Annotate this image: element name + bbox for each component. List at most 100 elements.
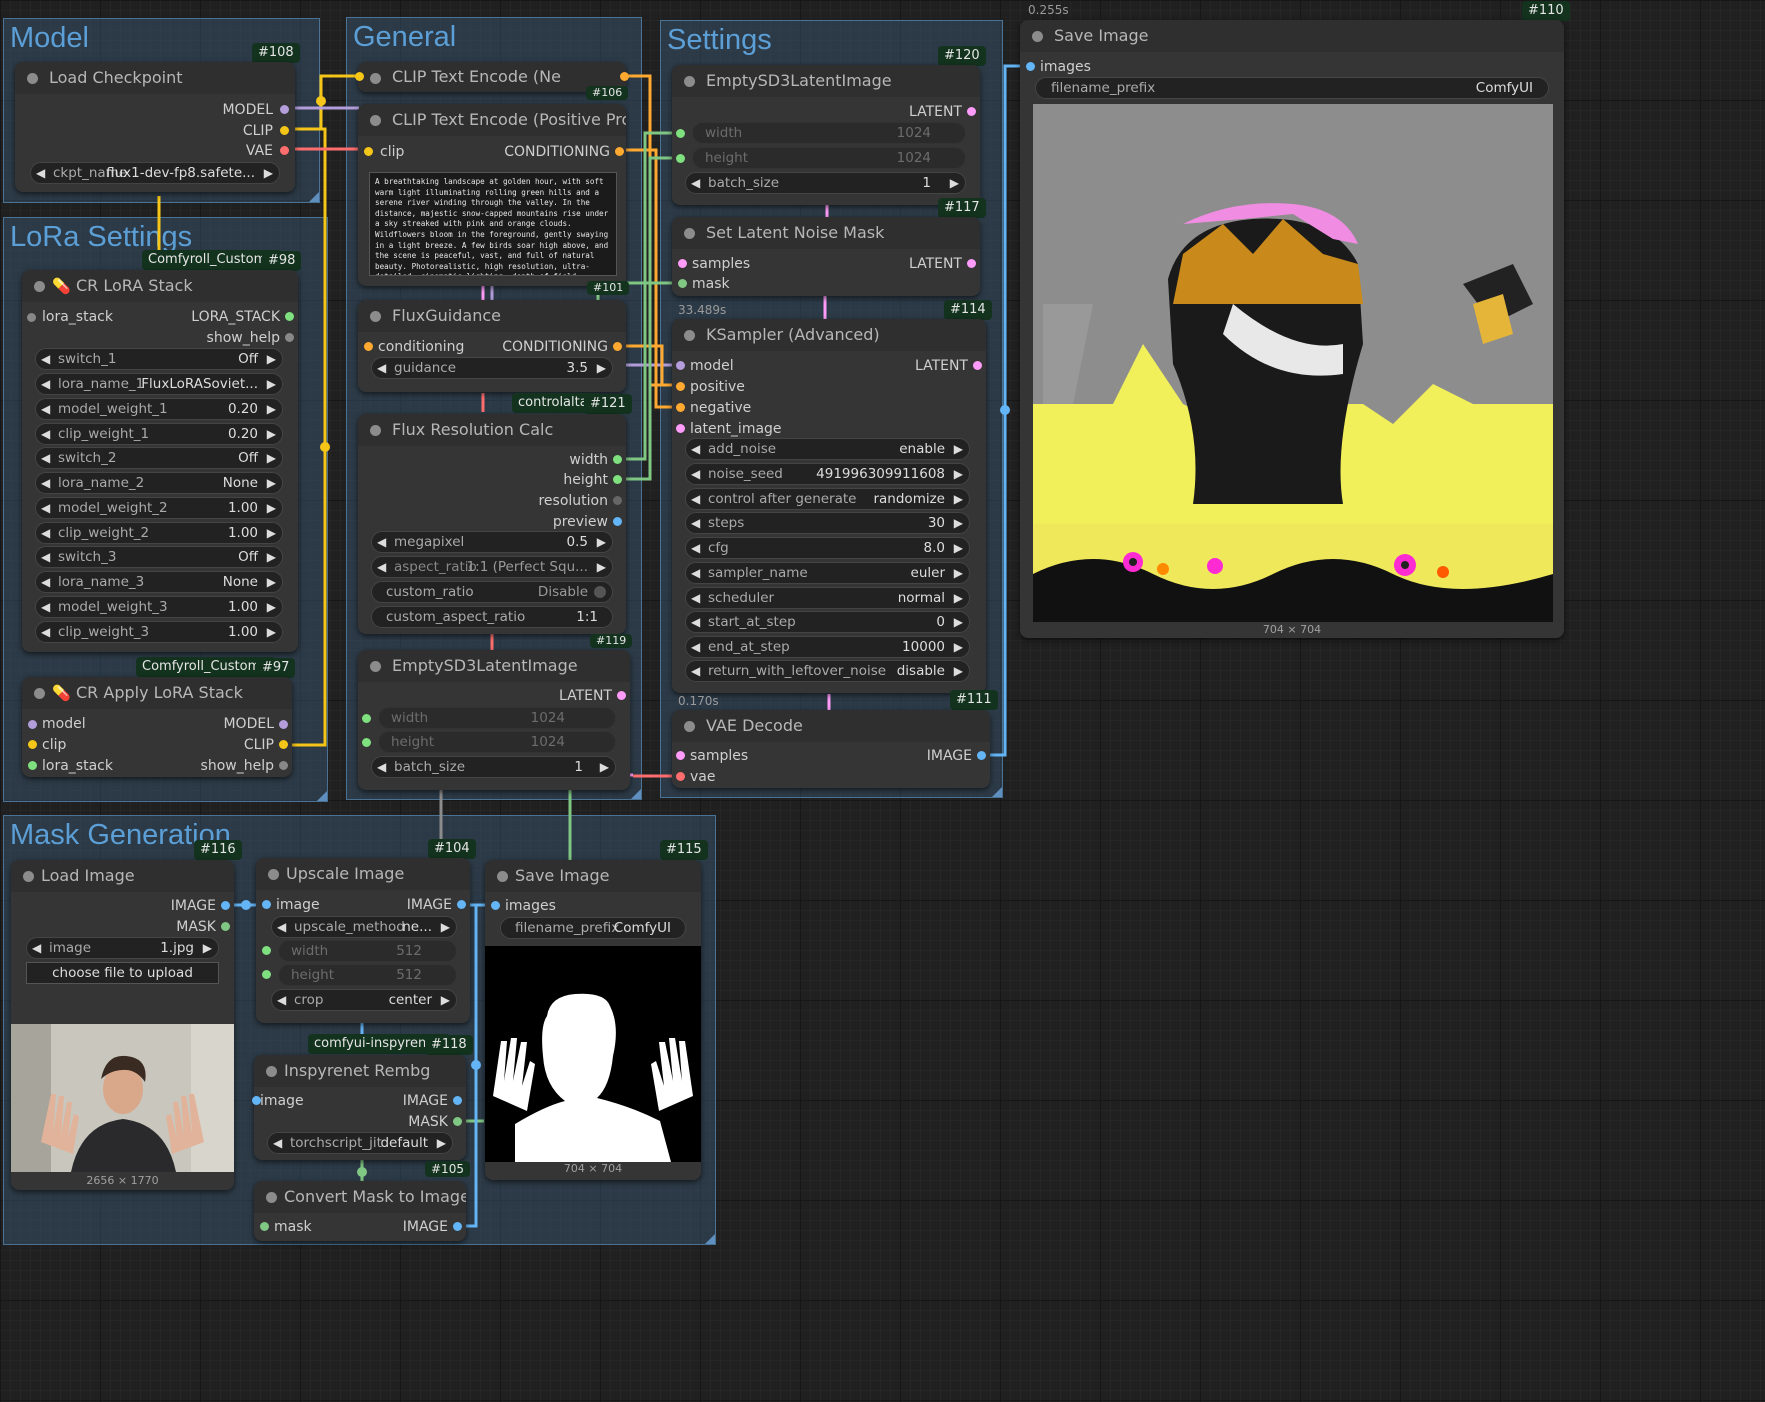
height-field[interactable]: height 1024 xyxy=(692,147,966,169)
height-field[interactable]: height 1024 xyxy=(378,731,616,753)
resize-handle[interactable] xyxy=(992,787,1002,797)
collapse-dot[interactable] xyxy=(266,1066,277,1077)
node-cr-apply-lora-stack[interactable]: 💊 CR Apply LoRA Stack model clip lora_sta… xyxy=(22,677,292,777)
node-convert-mask-to-image[interactable]: Convert Mask to Image mask IMAGE xyxy=(254,1181,466,1241)
lora-name-1[interactable]: ◀ lora_name_1 FluxLoRASoviet... ▶ xyxy=(35,373,283,395)
output-clip[interactable]: CLIP xyxy=(244,736,274,754)
right-arrow-icon[interactable]: ▶ xyxy=(267,498,276,518)
node-empty-sd3-latent-settings[interactable]: EmptySD3LatentImage LATENT width 1024 hei… xyxy=(672,65,980,205)
ks-steps[interactable]: ◀ steps 30 ▶ xyxy=(685,512,970,534)
node-title[interactable]: Load Checkpoint xyxy=(15,62,295,94)
output-latent[interactable]: LATENT xyxy=(915,357,968,375)
output-show-help[interactable]: show_help xyxy=(201,757,274,775)
output-dot-resolution[interactable] xyxy=(613,496,622,505)
right-arrow-icon[interactable]: ▶ xyxy=(267,399,276,419)
node-title[interactable]: Flux Resolution Calc xyxy=(358,414,626,446)
left-arrow-icon[interactable]: ◀ xyxy=(691,439,700,459)
collapse-dot[interactable] xyxy=(1032,31,1043,42)
collapse-dot[interactable] xyxy=(370,115,381,126)
left-arrow-icon[interactable]: ◀ xyxy=(41,572,50,592)
ks-add-noise[interactable]: ◀ add_noise enable ▶ xyxy=(685,438,970,460)
left-arrow-icon[interactable]: ◀ xyxy=(377,358,386,378)
left-arrow-icon[interactable]: ◀ xyxy=(691,588,700,608)
right-arrow-icon[interactable]: ▶ xyxy=(267,448,276,468)
right-arrow-icon[interactable]: ▶ xyxy=(267,547,276,567)
output-dot-image[interactable] xyxy=(453,1222,462,1231)
collapse-dot[interactable] xyxy=(684,228,695,239)
output-dot-show-help[interactable] xyxy=(279,761,288,770)
right-arrow-icon[interactable]: ▶ xyxy=(267,424,276,444)
output-dot-image[interactable] xyxy=(457,900,466,909)
node-title[interactable]: 💊 CR LoRA Stack xyxy=(22,270,298,302)
output-mask[interactable]: MASK xyxy=(408,1113,448,1131)
node-title[interactable]: EmptySD3LatentImage xyxy=(358,650,630,682)
output-latent[interactable]: LATENT xyxy=(909,103,962,121)
input-negative[interactable]: negative xyxy=(690,399,751,417)
right-arrow-icon[interactable]: ▶ xyxy=(954,513,963,533)
input-dot-model[interactable] xyxy=(28,720,37,729)
output-dot-width[interactable] xyxy=(613,455,622,464)
right-arrow-icon[interactable]: ▶ xyxy=(597,358,606,378)
right-arrow-icon[interactable]: ▶ xyxy=(954,563,963,583)
guidance-slider[interactable]: ◀ guidance 3.5 ▶ xyxy=(371,357,613,379)
right-arrow-icon[interactable]: ▶ xyxy=(437,1133,446,1153)
input-dot-images[interactable] xyxy=(491,901,500,910)
input-dot-mask[interactable] xyxy=(260,1222,269,1231)
output-dot-clip[interactable] xyxy=(280,126,289,135)
left-arrow-icon[interactable]: ◀ xyxy=(41,523,50,543)
output-dot-conditioning[interactable] xyxy=(613,342,622,351)
right-arrow-icon[interactable]: ▶ xyxy=(954,538,963,558)
resize-handle[interactable] xyxy=(317,791,327,801)
input-clip[interactable]: clip xyxy=(42,736,66,754)
output-dot-mask[interactable] xyxy=(221,922,230,931)
left-arrow-icon[interactable]: ◀ xyxy=(41,399,50,419)
node-set-latent-noise-mask[interactable]: Set Latent Noise Mask samples mask LATEN… xyxy=(672,217,980,296)
lora-switch-2[interactable]: ◀ switch_2 Off ▶ xyxy=(35,447,283,469)
input-dot-mask[interactable] xyxy=(678,279,687,288)
input-mask[interactable]: mask xyxy=(692,275,730,293)
input-conditioning[interactable]: conditioning xyxy=(378,338,464,356)
left-arrow-icon[interactable]: ◀ xyxy=(32,938,41,958)
input-latent-image[interactable]: latent_image xyxy=(690,420,782,438)
left-arrow-icon[interactable]: ◀ xyxy=(277,917,286,937)
ks-control-after-generate[interactable]: ◀ control after generate randomize ▶ xyxy=(685,488,970,510)
output-height[interactable]: height xyxy=(563,471,608,489)
input-dot-width[interactable] xyxy=(676,129,685,138)
output-conditioning[interactable]: CONDITIONING xyxy=(504,143,610,161)
node-inspyrenet-rembg[interactable]: Inspyrenet Rembg image IMAGE MASK ◀ torch… xyxy=(252,1055,466,1160)
input-model[interactable]: model xyxy=(42,715,86,733)
output-model[interactable]: MODEL xyxy=(222,101,273,119)
node-load-checkpoint[interactable]: Load Checkpoint MODEL CLIP VAE ◀ ckpt_na… xyxy=(15,62,295,192)
node-title[interactable]: FluxGuidance xyxy=(358,300,626,332)
right-arrow-icon[interactable]: ▶ xyxy=(600,757,609,777)
lora-model-weight-1[interactable]: ◀ model_weight_1 0.20 ▶ xyxy=(35,398,283,420)
output-dot-lora-stack[interactable] xyxy=(285,312,294,321)
left-arrow-icon[interactable]: ◀ xyxy=(691,513,700,533)
output-dot-latent[interactable] xyxy=(967,107,976,116)
collapse-dot[interactable] xyxy=(684,330,695,341)
node-upscale-image[interactable]: Upscale Image image IMAGE ◀ upscale_metho… xyxy=(256,858,470,1023)
input-clip[interactable]: clip xyxy=(380,143,404,161)
resize-handle[interactable] xyxy=(631,789,641,799)
width-field[interactable]: width 1024 xyxy=(378,707,616,729)
node-title[interactable]: CLIP Text Encode (Positive Prompt) xyxy=(358,104,626,136)
input-dot-lora-stack[interactable] xyxy=(27,313,36,322)
collapse-dot[interactable] xyxy=(23,871,34,882)
left-arrow-icon[interactable]: ◀ xyxy=(41,498,50,518)
output-image[interactable]: IMAGE xyxy=(171,897,216,915)
left-arrow-icon[interactable]: ◀ xyxy=(41,597,50,617)
resize-handle[interactable] xyxy=(705,1234,715,1244)
input-dot-width[interactable] xyxy=(262,946,271,955)
input-dot-height[interactable] xyxy=(676,154,685,163)
left-arrow-icon[interactable]: ◀ xyxy=(691,489,700,509)
input-dot-samples[interactable] xyxy=(676,751,685,760)
output-mask[interactable]: MASK xyxy=(176,918,216,936)
filename-prefix-field[interactable]: filename_prefix ComfyUI xyxy=(1035,77,1549,99)
left-arrow-icon[interactable]: ◀ xyxy=(691,637,700,657)
left-arrow-icon[interactable]: ◀ xyxy=(41,349,50,369)
toggle-knob[interactable] xyxy=(594,586,606,598)
input-dot-negative[interactable] xyxy=(676,403,685,412)
right-arrow-icon[interactable]: ▶ xyxy=(267,523,276,543)
output-dot-conditioning[interactable] xyxy=(620,72,629,81)
output-model[interactable]: MODEL xyxy=(223,715,274,733)
